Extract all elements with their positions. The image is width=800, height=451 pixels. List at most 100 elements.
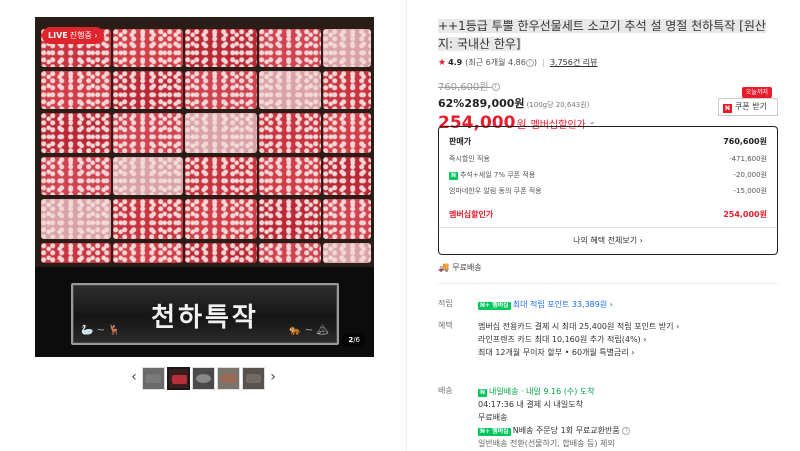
total-value: 254,000원 <box>723 210 767 219</box>
naver-plus-badge: N+ 멤버십 <box>478 302 511 310</box>
benefit-line-installment[interactable]: 최대 12개월 무이자 할부 • 60개월 특별금리 › <box>478 346 778 359</box>
rating-separator <box>542 58 544 67</box>
price-row-coupon: N 추석+세일 7% 쿠폰 적용 -20,000원 <box>449 170 767 180</box>
delivery-body: N 내일배송 · 내일 9.16 (수) 도착 04:17:36 내 결제 시 내… <box>478 385 778 450</box>
product-main-image[interactable]: 천하특작 🦢 ~ 🦌 🐅 ~ 🏔 LIVE 진행중 › 2/6 <box>35 17 374 357</box>
meat-slice <box>41 113 111 153</box>
meat-slice <box>41 199 111 239</box>
live-badge[interactable]: LIVE 진행중 › <box>42 27 104 44</box>
page-total: /6 <box>353 336 360 344</box>
coupon-button[interactable]: N 쿠폰 받기 <box>718 98 778 116</box>
meat-slice <box>185 29 257 67</box>
meat-slice <box>323 113 371 153</box>
benefit-line-friends-card[interactable]: 라인프렌즈 카드 최대 10,160원 추가 적립(4%) › <box>478 333 778 346</box>
info-icon[interactable]: i <box>525 58 534 67</box>
free-shipping-label: 무료배송 <box>452 263 482 272</box>
truck-icon: 🚚 <box>438 263 450 273</box>
max-points-link[interactable]: 최대 적립 포인트 33,389원 › <box>513 300 613 309</box>
star-icon: ★ <box>438 57 447 68</box>
meat-slice <box>259 29 321 67</box>
meat-slice <box>259 199 321 239</box>
points-body: N+ 멤버십 최대 적립 포인트 33,389원 › <box>478 298 778 311</box>
thumbnail-active[interactable] <box>167 366 190 390</box>
meat-slice <box>113 199 183 239</box>
rating-note: (최근 6개월 4.86 <box>465 58 526 67</box>
price-row-label: 엄마네한우 알림 동의 쿠폰 적용 <box>449 187 542 195</box>
live-badge-label: LIVE <box>48 31 68 40</box>
price-row-value: 760,600원 <box>723 137 767 146</box>
meat-slice <box>259 113 321 153</box>
column-divider <box>406 0 407 451</box>
benefits-label: 혜택 <box>438 321 453 330</box>
meat-slice <box>259 71 321 109</box>
benefits-view-all-link[interactable]: 나의 혜택 전체보기 › <box>439 235 777 246</box>
meat-slice <box>113 243 183 263</box>
price-row-value: -15,000원 <box>733 187 767 195</box>
original-price-row: 760,600원 i <box>438 78 778 93</box>
price-row-alarm-coupon: 엄마네한우 알림 동의 쿠폰 적용 -15,000원 <box>449 186 767 196</box>
meat-slice <box>185 71 257 109</box>
info-icon[interactable]: i <box>491 83 500 91</box>
review-count-link[interactable]: 3,756건 리뷰 <box>550 57 598 68</box>
price-row-label: 판매가 <box>449 137 472 146</box>
thumbnail[interactable] <box>242 366 265 390</box>
thumbnail[interactable] <box>192 366 215 390</box>
meat-tray-image <box>35 17 374 267</box>
info-icon[interactable]: i <box>622 426 631 435</box>
price-breakdown-box: 판매가 760,600원 즉시할인 적용 -471,600원 N 추석+세일 7%… <box>438 126 778 255</box>
rating-row: ★ 4.9 (최근 6개월 4.86 i ) 3,756건 리뷰 <box>438 57 778 68</box>
meat-slice <box>41 243 111 263</box>
price-row-value: -20,000원 <box>733 171 767 179</box>
benefits-body: 멤버십 전용카드 결제 시 최대 25,400원 적립 포인트 받기 › 라인프… <box>478 320 778 359</box>
delivery-label: 배송 <box>438 386 453 395</box>
meat-slice <box>323 157 371 195</box>
coupon-button-label: 쿠폰 받기 <box>735 102 767 111</box>
product-title-text: ++1등급 투뿔 한우선물세트 소고기 추석 설 명절 천하특작 [원산지: 국… <box>438 19 766 51</box>
meat-slice <box>185 243 257 263</box>
meat-slice <box>323 29 371 67</box>
discount-price: 62%289,000원 <box>438 97 525 110</box>
thumbnail[interactable] <box>217 366 240 390</box>
price-row-value: -471,600원 <box>729 155 767 163</box>
rating-value: 4.9 <box>448 58 463 67</box>
naver-plus-badge: N+ 멤버십 <box>478 428 511 436</box>
live-badge-sub: 진행중 › <box>69 31 98 40</box>
meat-slice <box>113 113 183 153</box>
crane-decoration: 🦢 ~ 🦌 <box>81 325 121 336</box>
unit-price: (100g당 20,643원) <box>526 101 590 109</box>
delivery-arrival: N 내일배송 · 내일 9.16 (수) 도착 <box>478 385 778 398</box>
benefit-line-card[interactable]: 멤버십 전용카드 결제 시 최대 25,400원 적립 포인트 받기 › <box>478 320 778 333</box>
meat-slice <box>323 243 371 263</box>
meat-slice <box>185 199 257 239</box>
meat-slice <box>113 157 183 195</box>
delivery-section: 배송 N 내일배송 · 내일 9.16 (수) 도착 04:17:36 내 결제 … <box>438 385 778 451</box>
meat-slice <box>259 243 321 263</box>
rating-note-close: ) <box>533 58 537 67</box>
points-label: 적립 <box>438 299 453 308</box>
meat-slice <box>41 157 111 195</box>
naver-n-icon: N <box>723 104 732 113</box>
name-plaque: 천하특작 🦢 ~ 🦌 🐅 ~ 🏔 <box>71 283 339 345</box>
section-divider <box>438 283 778 284</box>
product-info: ++1등급 투뿔 한우선물세트 소고기 추석 설 명절 천하특작 [원산지: 국… <box>438 17 778 133</box>
price-row-instant-discount: 즉시할인 적용 -471,600원 <box>449 154 767 164</box>
thumbnail-strip: ‹ › <box>127 366 280 390</box>
benefits-section: 혜택 멤버십 전용카드 결제 시 최대 25,400원 적립 포인트 받기 › … <box>438 320 778 362</box>
delivery-exception: 일반배송 전환(선물하기, 합배송 등) 제외 <box>478 439 615 448</box>
tiger-decoration: 🐅 ~ 🏔 <box>289 325 329 336</box>
delivery-return: N+ 멤버십 N배송 주문당 1회 무료교환반품 i <box>478 424 778 437</box>
total-label: 멤버십할인가 <box>449 210 494 219</box>
meat-slice <box>259 157 321 195</box>
meat-slice <box>323 71 371 109</box>
chevron-right-icon[interactable]: › <box>266 367 280 389</box>
naver-delivery-badge: N <box>478 389 488 397</box>
delivery-cutoff: 04:17:36 내 결제 시 내일도착 <box>478 400 583 409</box>
chevron-left-icon[interactable]: ‹ <box>127 367 141 389</box>
meat-slice <box>323 199 371 239</box>
price-box-divider <box>439 227 777 228</box>
coupon-deadline-tag: 오늘까지 <box>741 87 772 98</box>
meat-slice <box>113 29 183 67</box>
thumbnail[interactable] <box>142 366 165 390</box>
free-shipping-row: 🚚 무료배송 <box>438 262 482 273</box>
product-title: ++1등급 투뿔 한우선물세트 소고기 추석 설 명절 천하특작 [원산지: 국… <box>438 17 778 53</box>
